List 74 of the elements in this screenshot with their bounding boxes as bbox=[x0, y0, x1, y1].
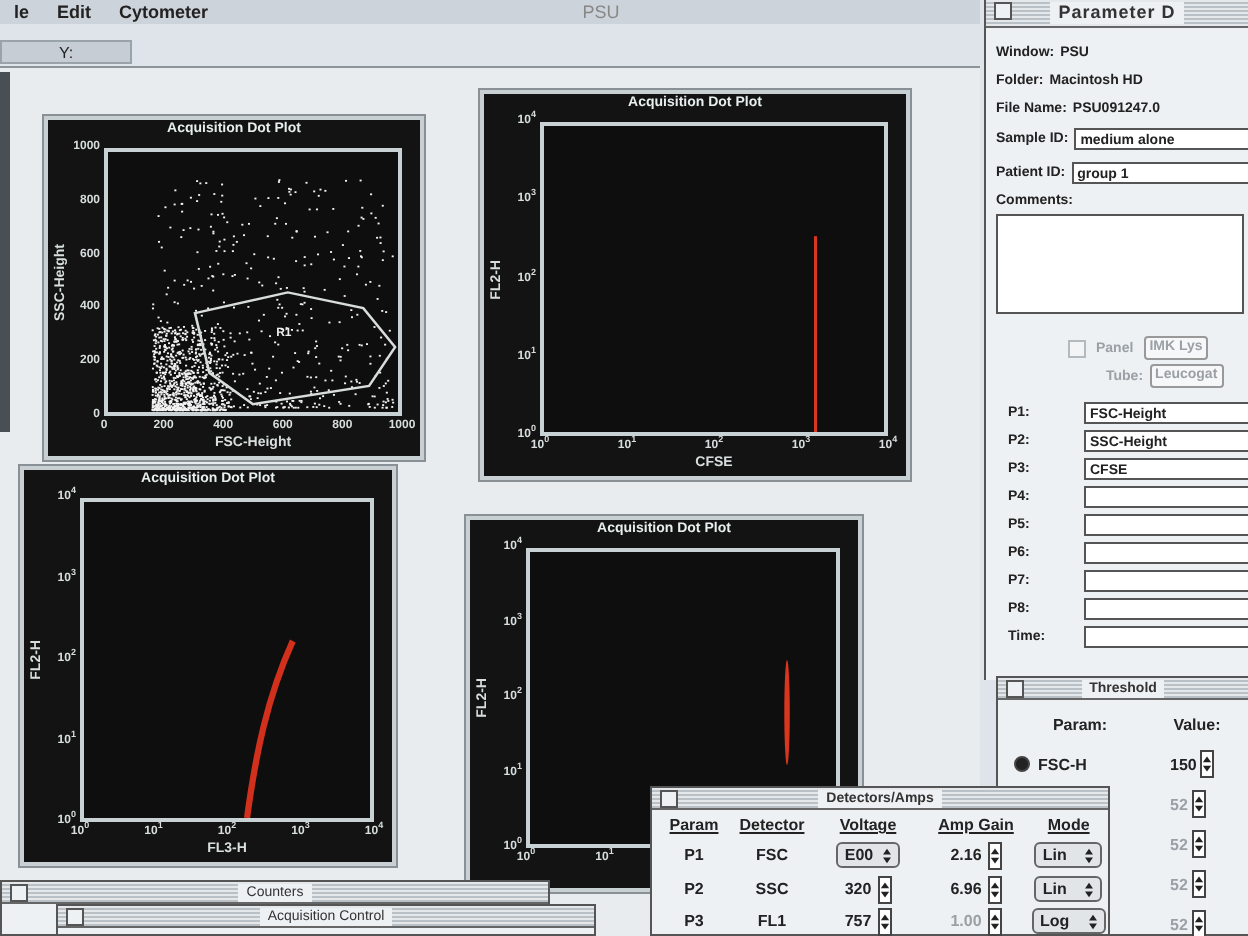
column-header: Detector bbox=[737, 816, 807, 834]
up-down-arrows-icon bbox=[1193, 914, 1204, 934]
stepper[interactable] bbox=[1191, 910, 1206, 936]
close-box[interactable] bbox=[994, 2, 1012, 20]
stepper[interactable] bbox=[1191, 870, 1206, 898]
column-header: Value: bbox=[1171, 715, 1223, 733]
close-box[interactable] bbox=[10, 884, 28, 902]
gate-polygon[interactable] bbox=[193, 291, 397, 406]
event-streak-drawing bbox=[784, 660, 790, 766]
close-box[interactable] bbox=[660, 790, 678, 808]
up-down-arrows-icon bbox=[989, 879, 1000, 899]
threshold-value: 52 bbox=[1170, 795, 1188, 813]
menu-item[interactable]: Edit bbox=[43, 1, 106, 23]
menu-item[interactable]: Cytometer bbox=[105, 1, 223, 23]
gain-value: 6.96 bbox=[950, 880, 982, 898]
text-field[interactable] bbox=[1084, 569, 1248, 591]
radio-button[interactable] bbox=[1014, 756, 1030, 772]
gain-value: 2.16 bbox=[950, 846, 982, 864]
text-field[interactable] bbox=[1084, 541, 1248, 563]
close-box[interactable] bbox=[1006, 680, 1024, 698]
column-header: Param: bbox=[1050, 715, 1110, 733]
up-down-arrows-icon bbox=[881, 847, 892, 863]
mode-popup[interactable]: Lin bbox=[1034, 842, 1103, 868]
up-down-arrows-icon bbox=[879, 911, 890, 931]
table-cell-text: SSC bbox=[753, 880, 791, 898]
text-field[interactable] bbox=[1084, 597, 1248, 619]
stepper[interactable] bbox=[987, 841, 1002, 869]
stepper[interactable] bbox=[987, 875, 1002, 903]
up-down-arrows-icon bbox=[989, 845, 1000, 865]
stepper[interactable] bbox=[1191, 830, 1206, 858]
threshold-value: 52 bbox=[1170, 915, 1188, 933]
gain-value: 1.00 bbox=[950, 912, 982, 930]
mode-popup[interactable]: Lin bbox=[1034, 876, 1103, 902]
text-field[interactable] bbox=[1084, 513, 1248, 535]
window-title: Parameter D bbox=[1050, 2, 1184, 24]
stepper[interactable] bbox=[877, 875, 892, 903]
column-header: Param bbox=[667, 816, 721, 834]
menu-item[interactable]: le bbox=[0, 1, 44, 23]
threshold-value: 52 bbox=[1170, 875, 1188, 893]
threshold-value: 52 bbox=[1170, 835, 1188, 853]
table-cell-text: P1 bbox=[682, 846, 706, 864]
table-cell-text: FSC bbox=[754, 846, 790, 864]
up-down-arrows-icon bbox=[1193, 874, 1204, 894]
voltage-value: 757 bbox=[844, 912, 872, 930]
up-down-arrows-icon bbox=[1087, 913, 1098, 929]
column-header: Voltage bbox=[837, 816, 899, 834]
title-bar[interactable]: Parameter D bbox=[986, 0, 1248, 28]
stepper[interactable] bbox=[1191, 790, 1206, 818]
up-down-arrows-icon bbox=[1084, 847, 1095, 863]
stepper[interactable] bbox=[987, 907, 1002, 935]
voltage-popup[interactable]: E00 bbox=[836, 842, 900, 868]
up-down-arrows-icon bbox=[1084, 881, 1095, 897]
window-title: PSU bbox=[582, 1, 620, 23]
mode-popup[interactable]: Log bbox=[1032, 908, 1106, 934]
column-header: Mode bbox=[1045, 816, 1092, 834]
param-label: FSC-H bbox=[1038, 755, 1087, 773]
up-down-arrows-icon bbox=[879, 879, 890, 899]
stepper[interactable] bbox=[1200, 750, 1215, 778]
up-down-arrows-icon bbox=[1193, 834, 1204, 854]
table-cell-text: P2 bbox=[682, 880, 706, 898]
up-down-arrows-icon bbox=[1202, 754, 1213, 774]
table-cell-text: P3 bbox=[682, 912, 706, 930]
threshold-value: 150 bbox=[1170, 755, 1197, 773]
stepper[interactable] bbox=[877, 907, 892, 935]
text-field[interactable] bbox=[1084, 485, 1248, 507]
close-box[interactable] bbox=[66, 908, 84, 926]
up-down-arrows-icon bbox=[989, 911, 1000, 931]
comments-field[interactable] bbox=[996, 214, 1244, 314]
column-header: Amp Gain bbox=[936, 816, 1016, 834]
text-field[interactable] bbox=[1084, 625, 1248, 647]
up-down-arrows-icon bbox=[1193, 794, 1204, 814]
voltage-value: 320 bbox=[844, 880, 872, 898]
axis-field[interactable]: Y: bbox=[0, 40, 132, 64]
table-cell-text: FL1 bbox=[755, 912, 789, 930]
